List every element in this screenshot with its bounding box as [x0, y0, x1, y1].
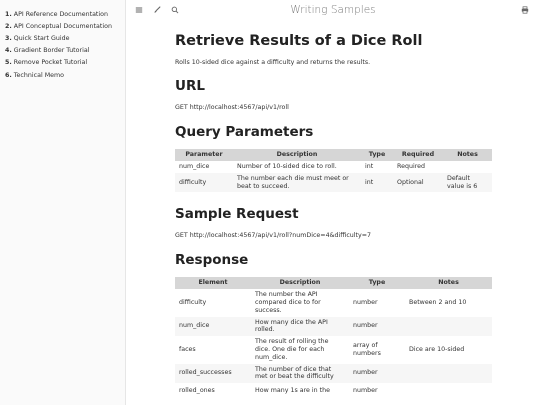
table-cell: The number each die must meet or beat to…	[233, 172, 361, 193]
table-cell: number	[349, 316, 405, 337]
sidebar-item-remove-pocket[interactable]: 5. Remove Pocket Tutorial	[0, 57, 125, 69]
table-row: rolled_ones How many 1s are in the numbe…	[175, 383, 492, 399]
sidebar-item-number: 1.	[5, 10, 12, 18]
url-heading: URL	[175, 78, 205, 94]
column-header: Notes	[443, 149, 492, 161]
book-header: Writing Samples	[126, 0, 540, 22]
sample-request-url: GET http://localhost:4567/api/v1/roll?nu…	[175, 232, 372, 240]
sidebar-item-label: Gradient Border Tutorial	[13, 47, 90, 55]
column-header: Type	[361, 149, 393, 161]
table-cell: number	[349, 363, 405, 384]
table-cell: array of numbers	[353, 342, 381, 357]
table-cell: Optional	[393, 172, 443, 193]
sidebar-item-label: Remove Pocket Tutorial	[13, 59, 88, 67]
table-cell	[405, 363, 492, 384]
column-header: Description	[251, 277, 349, 290]
sidebar-item-number: 3.	[5, 34, 12, 42]
table-cell: rolled_successes	[175, 363, 251, 384]
sidebar-item-number: 4.	[5, 47, 12, 55]
sidebar-item-technical-memo[interactable]: 6. Technical Memo	[0, 69, 125, 81]
table-cell: Default value is 6	[443, 172, 492, 193]
endpoint-url: GET http://localhost:4567/api/v1/roll	[175, 104, 289, 111]
query-parameters-heading: Query Parameters	[175, 124, 314, 140]
sidebar-item-label: API Conceptual Documentation	[13, 22, 112, 30]
table-cell	[443, 161, 492, 173]
page-content: Retrieve Results of a Dice Roll Rolls 10…	[175, 30, 492, 399]
column-header: Notes	[405, 277, 492, 290]
column-header: Type	[349, 277, 405, 290]
table-cell: number	[353, 387, 378, 395]
table-cell: Between 2 and 10	[409, 298, 467, 306]
sidebar-item-api-reference[interactable]: 1. API Reference Documentation	[0, 8, 125, 20]
table-cell: Dice are 10-sided	[409, 345, 465, 353]
column-header: Element	[175, 277, 251, 290]
response-table: Element Description Type Notes difficult…	[175, 277, 492, 399]
table-cell: difficulty	[179, 298, 207, 306]
column-header: Parameter	[175, 149, 233, 161]
table-cell: The number the API compared dice to for …	[255, 291, 321, 314]
sidebar-item-number: 5.	[5, 59, 12, 67]
sidebar-item-label: Technical Memo	[13, 71, 64, 79]
table-cell	[405, 316, 492, 337]
sidebar-item-label: Quick Start Guide	[13, 34, 70, 42]
page-description: Rolls 10-sided dice against a difficulty…	[175, 59, 371, 66]
sidebar-item-gradient-border[interactable]: 4. Gradient Border Tutorial	[0, 45, 125, 57]
table-cell: number	[353, 298, 378, 306]
column-header: Description	[233, 149, 361, 161]
response-heading: Response	[175, 252, 249, 269]
sample-request-heading: Sample Request	[175, 206, 299, 223]
table-row: num_dice How many dice the API rolled. n…	[175, 316, 492, 337]
table-cell: int	[365, 162, 374, 170]
print-icon[interactable]	[520, 5, 530, 15]
table-row: num_dice Number of 10-sided dice to roll…	[175, 161, 492, 173]
sidebar-item-label: API Reference Documentation	[13, 10, 108, 18]
column-header: Required	[393, 149, 443, 161]
table-row: difficulty The number the API compared d…	[175, 289, 492, 316]
sidebar-toc: 1. API Reference Documentation 2. API Co…	[0, 0, 126, 405]
page-title: Retrieve Results of a Dice Roll	[175, 33, 423, 49]
sidebar-item-api-conceptual[interactable]: 2. API Conceptual Documentation	[0, 20, 125, 32]
table-cell: faces	[179, 345, 196, 353]
sidebar-item-quick-start[interactable]: 3. Quick Start Guide	[0, 32, 125, 44]
table-cell: num_dice	[179, 162, 210, 170]
table-cell: How many dice the API rolled.	[251, 316, 349, 337]
table-cell	[405, 383, 492, 399]
query-parameters-table: Parameter Description Type Required Note…	[175, 149, 492, 193]
sidebar-item-number: 2.	[5, 22, 12, 30]
table-cell: How many 1s are in the	[255, 387, 330, 395]
table-cell: rolled_ones	[179, 387, 215, 395]
table-cell: Number of 10-sided dice to roll.	[237, 162, 337, 170]
book-title: Writing Samples	[290, 4, 376, 16]
table-row: faces The result of rolling the dice. On…	[175, 336, 492, 363]
table-cell: Required	[397, 162, 426, 170]
table-cell: num_dice	[175, 316, 251, 337]
table-row: rolled_successes The number of dice that…	[175, 363, 492, 384]
table-cell: The number of dice that met or beat the …	[251, 363, 349, 384]
table-cell: int	[361, 172, 393, 193]
table-row: difficulty The number each die must meet…	[175, 172, 492, 193]
sidebar-item-number: 6.	[5, 71, 12, 79]
table-cell: The result of rolling the dice. One die …	[255, 338, 329, 361]
table-cell: difficulty	[175, 172, 233, 193]
